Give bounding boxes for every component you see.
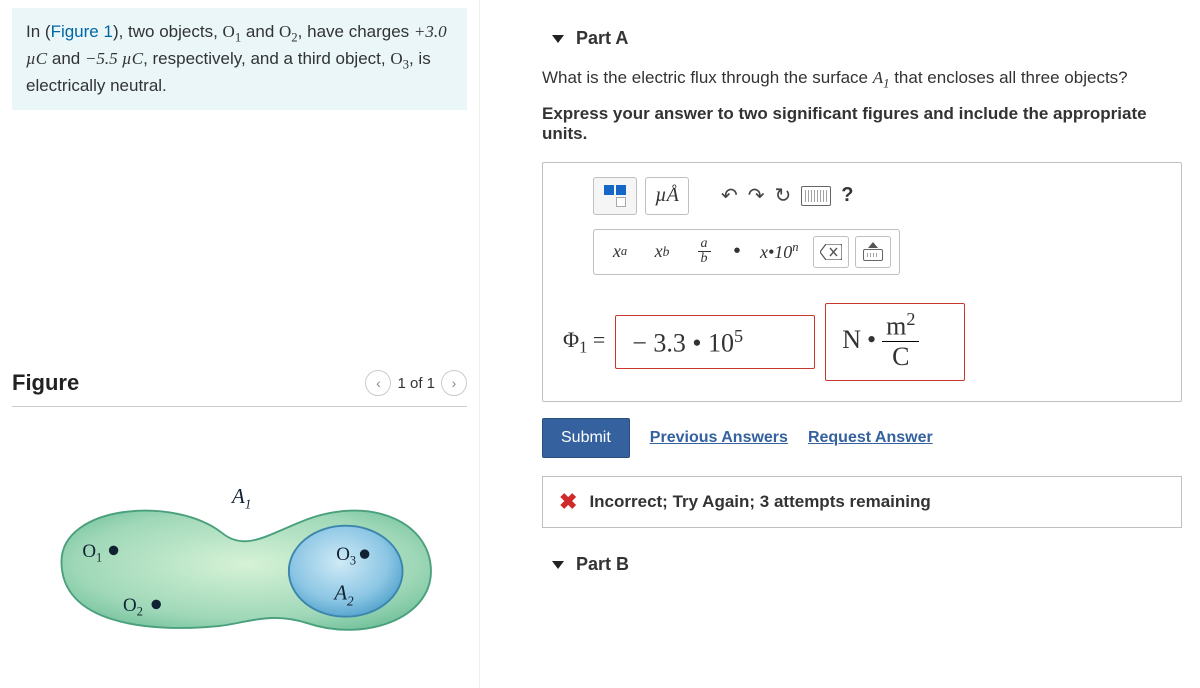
svg-text:A1: A1 — [230, 484, 251, 512]
figure-title: Figure — [12, 370, 79, 396]
answer-units-input[interactable]: N • m2 C — [825, 303, 965, 382]
subscript-button[interactable]: xb — [644, 236, 680, 268]
keyboard-icon[interactable] — [801, 186, 831, 206]
figure-pager: ‹ 1 of 1 › — [365, 370, 467, 396]
answer-value-input[interactable]: − 3.3 • 105 — [615, 315, 815, 370]
dot-separator: • — [728, 240, 746, 263]
part-a-instruction: Express your answer to two significant f… — [542, 104, 1188, 144]
figure-image: A1 A2 O1 O2 O3 — [12, 467, 452, 647]
pager-prev-button[interactable]: ‹ — [365, 370, 391, 396]
part-b-title: Part B — [576, 554, 629, 575]
templates-button[interactable] — [593, 177, 637, 215]
reset-icon[interactable]: ↻ — [775, 183, 792, 208]
submit-button[interactable]: Submit — [542, 418, 630, 458]
part-a-question: What is the electric flux through the su… — [542, 65, 1188, 94]
feedback-box: ✖ Incorrect; Try Again; 3 attempts remai… — [542, 476, 1182, 528]
superscript-button[interactable]: xa — [602, 236, 638, 268]
incorrect-icon: ✖ — [559, 489, 577, 515]
problem-text: In ( — [26, 22, 51, 41]
previous-answers-link[interactable]: Previous Answers — [650, 429, 788, 447]
backspace-button[interactable] — [813, 236, 849, 268]
help-icon[interactable]: ? — [841, 184, 853, 207]
keyboard-toggle-button[interactable] — [855, 236, 891, 268]
answer-area: µÅ ↶ ↷ ↻ ? xa xb ab • x•10n — [542, 162, 1182, 403]
fraction-button[interactable]: ab — [686, 236, 722, 268]
pager-next-button[interactable]: › — [441, 370, 467, 396]
phi-label: Φ1 = — [563, 327, 605, 357]
request-answer-link[interactable]: Request Answer — [808, 429, 933, 447]
sci-notation-button[interactable]: x•10n — [752, 236, 807, 268]
feedback-text: Incorrect; Try Again; 3 attempts remaini… — [589, 492, 930, 512]
format-toolbar: xa xb ab • x•10n — [593, 229, 900, 275]
part-a-title: Part A — [576, 28, 628, 49]
problem-statement: In (Figure 1), two objects, O1 and O2, h… — [12, 8, 467, 110]
undo-icon[interactable]: ↶ — [721, 183, 738, 208]
units-button[interactable]: µÅ — [645, 177, 689, 215]
figure-link[interactable]: Figure 1 — [51, 22, 113, 41]
collapse-part-a-icon[interactable] — [552, 35, 564, 43]
pager-label: 1 of 1 — [397, 375, 435, 392]
redo-icon[interactable]: ↷ — [748, 183, 765, 208]
collapse-part-b-icon[interactable] — [552, 561, 564, 569]
